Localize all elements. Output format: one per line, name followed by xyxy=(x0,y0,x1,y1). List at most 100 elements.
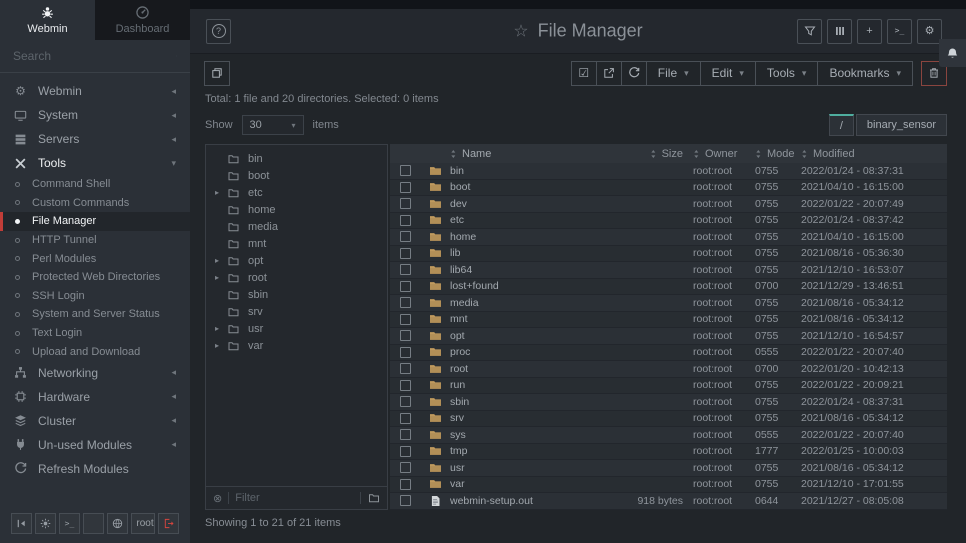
expand-caret-icon[interactable]: ▸ xyxy=(215,324,227,333)
row-checkbox[interactable] xyxy=(400,495,411,506)
row-checkbox[interactable] xyxy=(400,396,411,407)
table-row-opt[interactable]: optroot:root07552021/12/10 - 16:54:57 xyxy=(390,328,947,345)
clear-filter-icon[interactable]: ⊗ xyxy=(213,492,222,505)
sidebar-subitem-system-and-server-status[interactable]: System and Server Status xyxy=(0,305,190,324)
tree-item-media[interactable]: media xyxy=(206,218,387,235)
table-row-etc[interactable]: etcroot:root07552022/01/24 - 08:37:42 xyxy=(390,213,947,230)
row-checkbox[interactable] xyxy=(400,165,411,176)
row-checkbox[interactable] xyxy=(400,446,411,457)
page-size-select[interactable]: 30 ▾ xyxy=(242,115,304,135)
table-row-dev[interactable]: devroot:root07552022/01/22 - 20:07:49 xyxy=(390,196,947,213)
sidebar-subitem-text-login[interactable]: Text Login xyxy=(0,324,190,343)
expand-caret-icon[interactable]: ▸ xyxy=(215,256,227,265)
menu-file[interactable]: File▾ xyxy=(646,61,701,86)
tree-item-usr[interactable]: ▸usr xyxy=(206,320,387,337)
tree-item-mnt[interactable]: mnt xyxy=(206,235,387,252)
collapse-sidebar-button[interactable] xyxy=(11,513,32,534)
tree-item-boot[interactable]: boot xyxy=(206,167,387,184)
columns-button[interactable] xyxy=(827,19,852,44)
sidebar-subitem-protected-web-directories[interactable]: Protected Web Directories xyxy=(0,268,190,287)
tree-item-home[interactable]: home xyxy=(206,201,387,218)
sort-control-size[interactable]: Size xyxy=(650,148,683,160)
sort-control-modified[interactable]: Modified xyxy=(801,148,947,160)
row-checkbox[interactable] xyxy=(400,248,411,259)
breadcrumb-binary-sensor[interactable]: binary_sensor xyxy=(856,114,947,136)
tree-item-srv[interactable]: srv xyxy=(206,303,387,320)
row-checkbox[interactable] xyxy=(400,413,411,424)
table-row-mnt[interactable]: mntroot:root07552021/08/16 - 05:34:12 xyxy=(390,312,947,329)
table-row-home[interactable]: homeroot:root07552021/04/10 - 16:15:00 xyxy=(390,229,947,246)
row-checkbox[interactable] xyxy=(400,380,411,391)
breadcrumb-root[interactable]: / xyxy=(829,114,854,136)
sidebar-subitem-command-shell[interactable]: Command Shell xyxy=(0,175,190,194)
menu-edit[interactable]: Edit▾ xyxy=(700,61,756,86)
row-checkbox[interactable] xyxy=(400,429,411,440)
sidebar-subitem-http-tunnel[interactable]: HTTP Tunnel xyxy=(0,231,190,250)
row-checkbox[interactable] xyxy=(400,330,411,341)
sidebar-item-refresh-modules[interactable]: Refresh Modules xyxy=(0,457,190,481)
tab-dashboard[interactable]: Dashboard xyxy=(95,0,190,40)
tab-webmin[interactable]: Webmin xyxy=(0,0,95,40)
theme-toggle-button[interactable] xyxy=(35,513,56,534)
tree-item-var[interactable]: ▸var xyxy=(206,337,387,354)
sidebar-subitem-custom-commands[interactable]: Custom Commands xyxy=(0,194,190,213)
table-row-webmin-setup-out[interactable]: webmin-setup.out918 bytesroot:root064420… xyxy=(390,493,947,510)
table-row-proc[interactable]: procroot:root05552022/01/22 - 20:07:40 xyxy=(390,345,947,362)
sort-control-mode[interactable]: Mode xyxy=(755,148,801,160)
table-row-var[interactable]: varroot:root07552021/12/10 - 17:01:55 xyxy=(390,477,947,494)
refresh-button[interactable] xyxy=(621,61,647,86)
sidebar-item-hardware[interactable]: Hardware◂ xyxy=(0,385,190,409)
table-row-lib[interactable]: libroot:root07552021/08/16 - 05:36:30 xyxy=(390,246,947,263)
select-all-button[interactable]: ☑ xyxy=(571,61,597,86)
sidebar-subitem-upload-and-download[interactable]: Upload and Download xyxy=(0,342,190,361)
user-button[interactable]: root xyxy=(131,513,155,534)
tree-item-opt[interactable]: ▸opt xyxy=(206,252,387,269)
row-checkbox[interactable] xyxy=(400,297,411,308)
sidebar-item-system[interactable]: System◂ xyxy=(0,103,190,127)
favorite-star-icon[interactable]: ☆ xyxy=(513,21,528,41)
tree-filter-input[interactable] xyxy=(235,492,354,504)
sidebar-item-tools[interactable]: Tools▾ xyxy=(0,151,190,175)
sidebar-item-servers[interactable]: Servers◂ xyxy=(0,127,190,151)
sort-control-name[interactable]: Name xyxy=(450,148,613,160)
logout-button[interactable] xyxy=(158,513,179,534)
select-view-toggle-button[interactable] xyxy=(204,61,230,86)
row-checkbox[interactable] xyxy=(400,363,411,374)
table-row-usr[interactable]: usrroot:root07552021/08/16 - 05:34:12 xyxy=(390,460,947,477)
search-input[interactable] xyxy=(13,49,168,63)
notifications-tab[interactable] xyxy=(939,39,966,67)
menu-tools[interactable]: Tools▾ xyxy=(755,61,819,86)
table-row-lib64[interactable]: lib64root:root07552021/12/10 - 16:53:07 xyxy=(390,262,947,279)
favorites-button[interactable] xyxy=(83,513,104,534)
table-row-lost-found[interactable]: lost+foundroot:root07002021/12/29 - 13:4… xyxy=(390,279,947,296)
sidebar-subitem-perl-modules[interactable]: Perl Modules xyxy=(0,249,190,268)
tree-item-root[interactable]: ▸root xyxy=(206,269,387,286)
sidebar-subitem-ssh-login[interactable]: SSH Login xyxy=(0,287,190,306)
table-row-media[interactable]: mediaroot:root07552021/08/16 - 05:34:12 xyxy=(390,295,947,312)
sidebar-subitem-file-manager[interactable]: File Manager xyxy=(0,212,190,231)
help-button[interactable]: ? xyxy=(206,19,231,44)
sidebar-item-webmin[interactable]: ⚙Webmin◂ xyxy=(0,79,190,103)
table-row-tmp[interactable]: tmproot:root17772022/01/25 - 10:00:03 xyxy=(390,444,947,461)
choose-folder-button[interactable] xyxy=(360,492,380,504)
row-checkbox[interactable] xyxy=(400,264,411,275)
table-row-bin[interactable]: binroot:root07552022/01/24 - 08:37:31 xyxy=(390,163,947,180)
row-checkbox[interactable] xyxy=(400,462,411,473)
tree-item-sbin[interactable]: sbin xyxy=(206,286,387,303)
row-checkbox[interactable] xyxy=(400,215,411,226)
row-checkbox[interactable] xyxy=(400,479,411,490)
tree-item-bin[interactable]: bin xyxy=(206,150,387,167)
table-row-boot[interactable]: bootroot:root07552021/04/10 - 16:15:00 xyxy=(390,180,947,197)
table-row-run[interactable]: runroot:root07552022/01/22 - 20:09:21 xyxy=(390,378,947,395)
shell-button[interactable]: >_ xyxy=(887,19,912,44)
expand-caret-icon[interactable]: ▸ xyxy=(215,341,227,350)
sidebar-item-cluster[interactable]: Cluster◂ xyxy=(0,409,190,433)
expand-caret-icon[interactable]: ▸ xyxy=(215,273,227,282)
row-checkbox[interactable] xyxy=(400,198,411,209)
row-checkbox[interactable] xyxy=(400,347,411,358)
sidebar-item-networking[interactable]: Networking◂ xyxy=(0,361,190,385)
row-checkbox[interactable] xyxy=(400,182,411,193)
table-row-srv[interactable]: srvroot:root07552021/08/16 - 05:34:12 xyxy=(390,411,947,428)
row-checkbox[interactable] xyxy=(400,281,411,292)
expand-caret-icon[interactable]: ▸ xyxy=(215,188,227,197)
